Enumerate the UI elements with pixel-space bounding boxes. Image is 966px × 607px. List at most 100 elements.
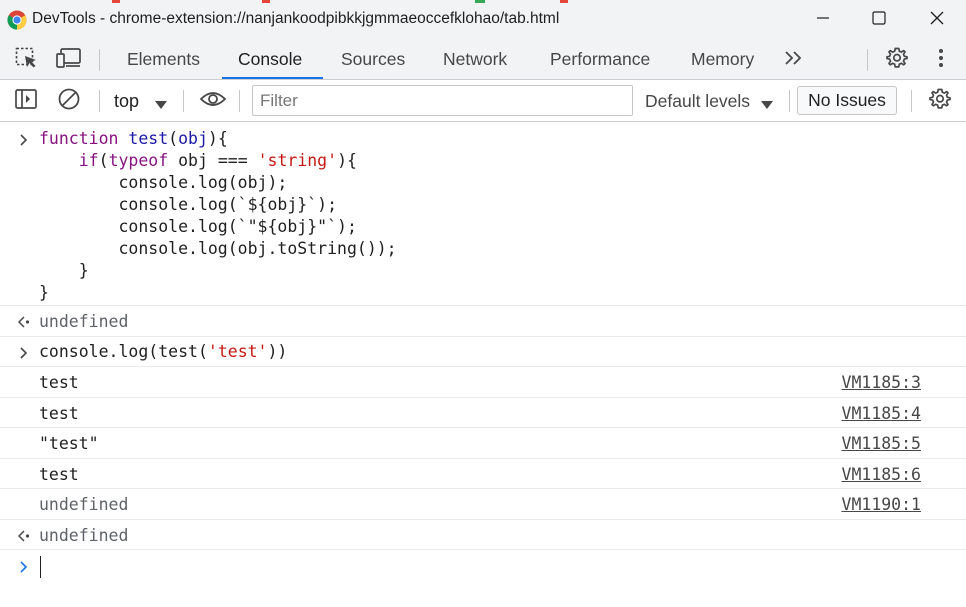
context-label: top — [114, 91, 140, 111]
code-token: 'test' — [207, 342, 268, 361]
clear-console-button[interactable] — [56, 87, 82, 116]
context-selector[interactable]: top — [114, 91, 167, 112]
show-sidebar-button[interactable] — [13, 88, 39, 115]
console-settings-button[interactable] — [927, 87, 953, 116]
code-token: 'string' — [257, 151, 338, 170]
window-title: DevTools - chrome-extension://nanjankood… — [32, 10, 560, 27]
minimize-button[interactable] — [801, 5, 845, 35]
code-line: console.log(`"${obj}"`); — [39, 216, 397, 238]
gear-icon — [928, 87, 952, 116]
window-accent-strip — [0, 0, 966, 3]
toolbar-divider — [867, 49, 868, 71]
console-input-entry: function test(obj){ if(typeof obj === 's… — [0, 122, 966, 306]
active-tab-indicator — [222, 77, 323, 79]
code-token: ){ — [207, 129, 228, 148]
filter-input[interactable] — [253, 86, 632, 115]
log-source-link[interactable]: VM1185:5 — [842, 434, 921, 453]
result-value: undefined — [39, 312, 129, 331]
log-message: "test" — [39, 434, 99, 453]
code-line: function test(obj){ — [39, 128, 397, 150]
code-token: typeof — [108, 151, 169, 170]
issues-label: No Issues — [808, 90, 886, 110]
minimize-icon — [816, 11, 830, 30]
more-tabs-button[interactable] — [781, 48, 807, 72]
code-token: console.log(test( — [39, 342, 208, 361]
code-token: obj === — [168, 151, 258, 170]
close-icon — [930, 11, 944, 30]
console-result-entry: undefined — [0, 520, 966, 550]
log-message: test — [39, 404, 79, 423]
caret-down-icon — [154, 94, 168, 115]
tab-sources[interactable]: Sources — [341, 49, 405, 70]
customize-menu-button[interactable] — [928, 48, 954, 72]
log-message: test — [39, 465, 79, 484]
toolbar-divider — [911, 90, 912, 112]
code-line: } — [39, 260, 397, 282]
toolbar-divider — [239, 90, 240, 112]
code-line: console.log(test('test')) — [39, 341, 287, 363]
kebab-menu-icon — [938, 48, 944, 73]
eye-icon — [199, 89, 227, 114]
console-toolbar: top Default levels No Issues — [0, 80, 966, 122]
chevron-right-icon — [17, 132, 31, 148]
toolbar-divider — [99, 49, 100, 71]
sidebar-toggle-icon — [14, 88, 38, 115]
code-line: if(typeof obj === 'string'){ — [39, 150, 397, 172]
code-token: ( — [98, 151, 109, 170]
tab-elements[interactable]: Elements — [127, 49, 200, 70]
prompt-chevron-icon — [17, 559, 31, 575]
tab-memory[interactable]: Memory — [691, 49, 754, 70]
code-token: obj — [178, 129, 208, 148]
code-token: console.log(`${obj}`); — [39, 195, 338, 214]
device-toolbar-button[interactable] — [56, 47, 82, 74]
issues-button[interactable]: No Issues — [797, 86, 897, 115]
tab-network[interactable]: Network — [443, 49, 507, 70]
code-line: console.log(obj); — [39, 172, 397, 194]
code-token: if — [78, 151, 99, 170]
double-chevron-right-icon — [783, 49, 805, 72]
tab-performance[interactable]: Performance — [550, 49, 650, 70]
log-source-link[interactable]: VM1185:6 — [842, 465, 921, 484]
close-window-button[interactable] — [915, 5, 959, 35]
result-arrow-icon — [17, 528, 31, 544]
inspect-element-button[interactable] — [14, 47, 40, 74]
log-source-link[interactable]: VM1190:1 — [842, 495, 921, 514]
chevron-right-icon — [17, 345, 31, 361]
tab-console[interactable]: Console — [238, 49, 302, 70]
console-result-entry: undefined — [0, 306, 966, 337]
code-token: console.log(obj.toString()); — [39, 239, 397, 258]
title-bar: DevTools - chrome-extension://nanjankood… — [0, 0, 966, 40]
log-source-link[interactable]: VM1185:4 — [842, 404, 921, 423]
code-token: } — [39, 261, 89, 280]
code-token: ){ — [337, 151, 357, 170]
log-message: undefined — [39, 495, 129, 514]
clear-icon — [57, 87, 81, 116]
code-line: } — [39, 282, 397, 304]
console-log-row: test VM1185:4 — [0, 398, 966, 428]
log-levels-dropdown[interactable]: Default levels — [645, 91, 773, 112]
console-input-code: console.log(test('test')) — [39, 341, 287, 363]
code-token: )) — [267, 342, 288, 361]
select-element-icon — [15, 47, 39, 74]
prompt-input[interactable] — [40, 556, 41, 578]
devtools-tab-bar: Elements Console Sources Network Perform… — [0, 40, 966, 80]
log-source-link[interactable]: VM1185:3 — [842, 373, 921, 392]
code-token: ( — [168, 129, 179, 148]
maximize-icon — [872, 10, 886, 30]
chrome-icon — [7, 10, 27, 30]
device-toggle-icon — [56, 47, 82, 74]
code-line: console.log(obj.toString()); — [39, 238, 397, 260]
console-input-code: function test(obj){ if(typeof obj === 's… — [39, 128, 397, 304]
result-arrow-icon — [17, 314, 31, 330]
toolbar-divider — [99, 90, 100, 112]
gear-icon — [885, 46, 909, 75]
code-token: } — [39, 283, 49, 302]
maximize-button[interactable] — [857, 5, 901, 35]
toolbar-divider — [789, 90, 790, 112]
settings-button[interactable] — [884, 46, 910, 75]
console-output[interactable]: function test(obj){ if(typeof obj === 's… — [0, 122, 966, 607]
live-expression-button[interactable] — [198, 89, 228, 113]
code-line: console.log(`${obj}`); — [39, 194, 397, 216]
